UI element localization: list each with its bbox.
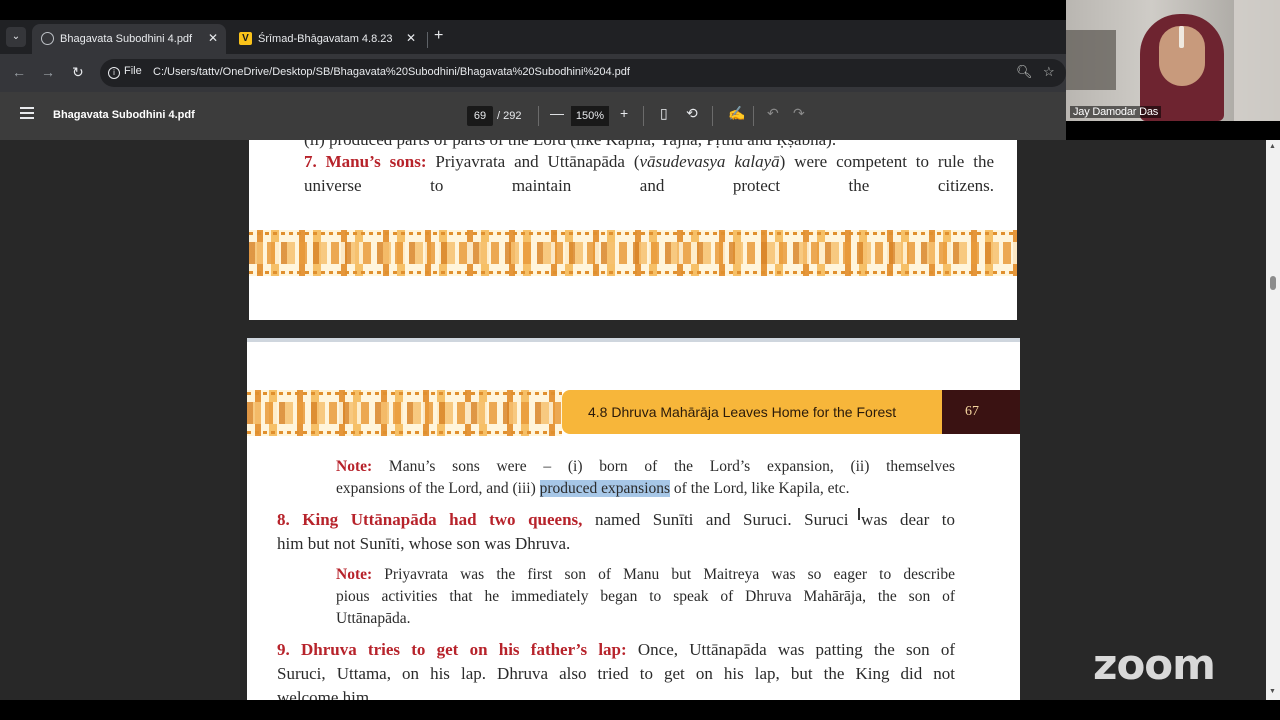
heading-dhruva-tries: 9. Dhruva tries to get on his father’s l…: [277, 640, 627, 659]
vedabase-favicon-icon: V: [239, 32, 252, 45]
text-cursor-ibeam: [858, 508, 860, 520]
zoom-level-input[interactable]: 150%: [571, 106, 609, 126]
note-text: pious activities that he immediately beg…: [336, 588, 955, 605]
site-info-chip[interactable]: i File: [108, 65, 142, 79]
chapter-title: 4.8 Dhruva Mahārāja Leaves Home for the …: [588, 404, 897, 420]
note-text: Manu’s sons were – (i) born of the Lord’…: [388, 458, 956, 475]
paragraph-text: Suruci, Uttama, on his lap. Dhruva also …: [277, 664, 955, 683]
scroll-down-arrow-icon[interactable]: ▼: [1269, 688, 1276, 695]
note-text: of the Lord, like Kapila, etc.: [673, 480, 850, 497]
undo-icon[interactable]: ↶: [767, 105, 779, 122]
note-priyavrata: Note: Priyavrata was the first son of Ma…: [336, 564, 955, 630]
page-edge-shadow: [247, 338, 1020, 342]
note-text: Priyavrata was the first son of Manu but…: [384, 566, 955, 583]
webcam-video-tile[interactable]: Jay Damodar Das: [1066, 0, 1280, 121]
omnibox[interactable]: i File C:/Users/tattv/OneDrive/Desktop/SB…: [100, 59, 1066, 87]
note-text: Uttānapāda.: [336, 610, 411, 627]
redo-icon[interactable]: ↷: [793, 105, 805, 122]
close-icon[interactable]: ✕: [208, 31, 218, 45]
tab-title: Śrīmad-Bhāgavatam 4.8.23: [258, 33, 393, 45]
decorative-border-ornament: [249, 230, 1017, 276]
paragraph-text: named Sunīti and Suruci. Suruci was dear…: [594, 510, 956, 529]
info-icon: i: [108, 67, 120, 79]
annotate-pen-icon[interactable]: ✍: [728, 105, 745, 122]
hamburger-menu-icon[interactable]: [20, 107, 34, 122]
pdf-toolbar: Bhagavata Subodhini 4.pdf 69 / 292 — 150…: [0, 92, 1066, 140]
new-tab-button[interactable]: +: [434, 27, 443, 45]
page-number-input[interactable]: 69: [467, 106, 493, 126]
tab-bhagavata-pdf[interactable]: Bhagavata Subodhini 4.pdf ✕: [32, 24, 226, 54]
tab-divider: [427, 32, 428, 48]
cut-off-text-line: (ii) produced parts of parts of the Lord…: [304, 140, 836, 150]
scrollbar-thumb[interactable]: [1270, 276, 1276, 290]
url-text[interactable]: C:/Users/tattv/OneDrive/Desktop/SB/Bhaga…: [153, 66, 630, 78]
page-number: 67: [965, 404, 979, 419]
fit-to-page-icon[interactable]: ▯: [660, 105, 668, 122]
note-text: expansions of the Lord, and (iii): [336, 480, 536, 497]
page-number-box: [942, 390, 1020, 434]
paragraph-9: 9. Dhruva tries to get on his father’s l…: [277, 638, 955, 700]
tab-strip: ⌄ Bhagavata Subodhini 4.pdf ✕ V Śrīmad-B…: [0, 20, 1066, 54]
italic-sanskrit: vāsudevasya kalayā: [639, 152, 780, 171]
paragraph-text: Once, Uttānapāda was patting the son of: [637, 640, 955, 659]
tab-search-button[interactable]: ⌄: [6, 27, 26, 47]
manus-sons-paragraph: 7. Manu’s sons: Priyavrata and Uttānapād…: [304, 150, 994, 198]
scroll-up-arrow-icon[interactable]: ▲: [1269, 143, 1276, 150]
highlighted-selection[interactable]: produced expansions: [539, 480, 671, 497]
participant-tilak: [1179, 26, 1184, 48]
back-arrow-icon[interactable]: ←: [12, 64, 26, 80]
decorative-border-ornament: [247, 390, 562, 436]
tab-title: Bhagavata Subodhini 4.pdf: [60, 33, 193, 45]
window-titlebar: [0, 0, 1066, 20]
rotate-icon[interactable]: ⟲: [686, 105, 698, 122]
close-icon[interactable]: ✕: [406, 31, 416, 45]
toolbar-divider: [538, 106, 539, 126]
globe-icon: [41, 32, 54, 45]
zoom-in-button[interactable]: +: [620, 105, 628, 121]
video-background-object: [1066, 30, 1116, 90]
paragraph-8: 8. King Uttānapāda had two queens, named…: [277, 508, 955, 556]
page-total: / 292: [497, 110, 522, 122]
note-manus-sons: Note: Manu’s sons were – (i) born of the…: [336, 456, 955, 500]
paragraph-text: Priyavrata and Uttānapāda (: [426, 152, 640, 171]
participant-name-label: Jay Damodar Das: [1070, 106, 1162, 118]
reload-icon[interactable]: ↻: [72, 64, 84, 81]
paragraph-text: him but not Sunīti, whose son was Dhruva…: [277, 534, 571, 553]
zoom-logo: zoom: [1093, 640, 1216, 689]
heading-manus-sons: 7. Manu’s sons:: [304, 152, 427, 171]
toolbar-divider: [712, 106, 713, 126]
paragraph-text: welcome him.: [277, 688, 374, 700]
pdf-page-67: 4.8 Dhruva Mahārāja Leaves Home for the …: [247, 338, 1020, 700]
pdf-page-66: (ii) produced parts of parts of the Lord…: [249, 140, 1017, 320]
browser-window: ⌄ Bhagavata Subodhini 4.pdf ✕ V Śrīmad-B…: [0, 0, 1066, 140]
toolbar-divider: [643, 106, 644, 126]
heading-king-uttanapada: 8. King Uttānapāda had two queens,: [277, 510, 583, 529]
note-label: Note:: [336, 458, 373, 475]
address-bar: ← → ↻ i File C:/Users/tattv/OneDrive/Desk…: [0, 54, 1066, 92]
pdf-document-title: Bhagavata Subodhini 4.pdf: [53, 109, 195, 121]
note-label: Note:: [336, 566, 373, 583]
forward-arrow-icon[interactable]: →: [41, 64, 55, 80]
zoom-out-button[interactable]: —: [550, 105, 564, 121]
pdf-viewport[interactable]: (ii) produced parts of parts of the Lord…: [0, 140, 1266, 700]
bookmark-star-icon[interactable]: ☆: [1043, 64, 1055, 80]
video-background-object: [1234, 0, 1280, 121]
toolbar-divider: [753, 106, 754, 126]
tab-srimad-bhagavatam[interactable]: V Śrīmad-Bhāgavatam 4.8.23 ✕: [230, 24, 424, 54]
file-label: File: [124, 65, 142, 77]
zoom-magnifier-icon[interactable]: 🔍︎: [1016, 64, 1033, 80]
vertical-scrollbar[interactable]: ▲ ▼: [1266, 140, 1280, 700]
screen-bottom-edge: [0, 700, 1280, 720]
